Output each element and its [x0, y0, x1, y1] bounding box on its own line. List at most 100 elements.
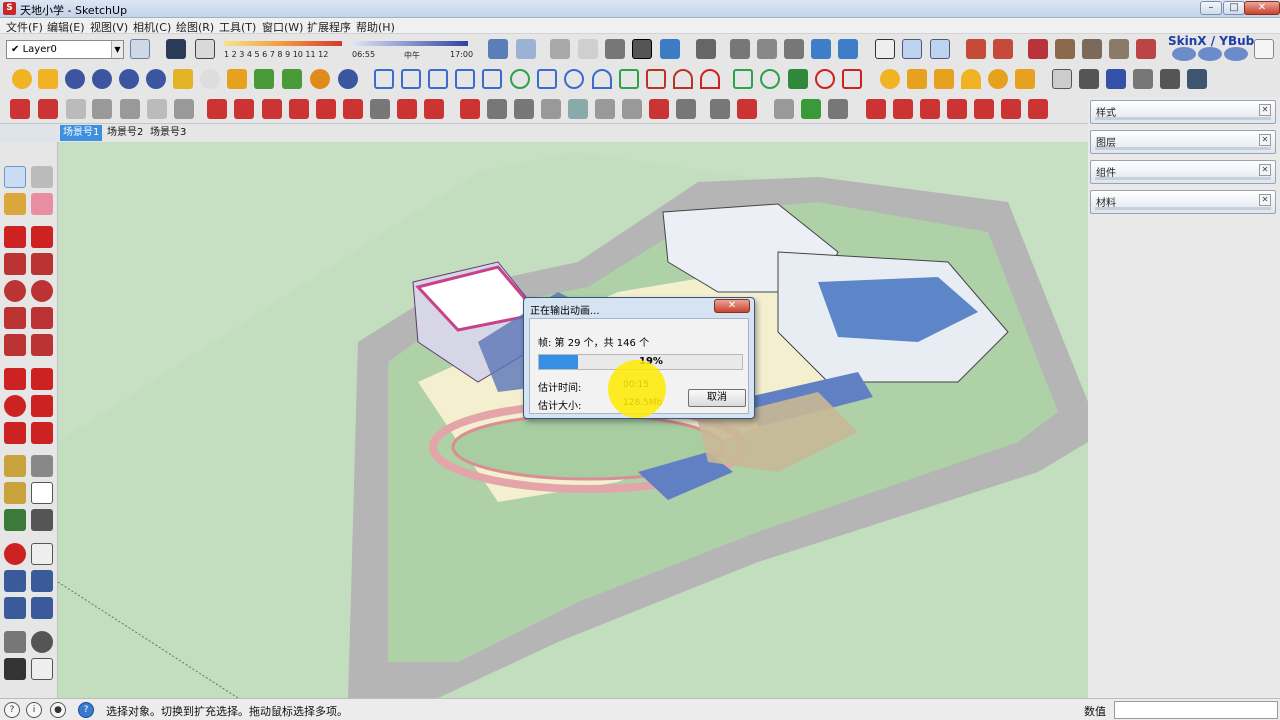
rail-tool-icon[interactable] [174, 99, 194, 119]
measurements-input[interactable] [1114, 701, 1278, 719]
roof-icon[interactable] [514, 99, 534, 119]
stair-tool-icon[interactable] [147, 99, 167, 119]
tray-panel-layers[interactable]: 图层 ✕ [1090, 130, 1276, 154]
pencil-icon[interactable] [4, 226, 26, 248]
arc-edit-icon[interactable] [673, 69, 693, 89]
left-view-icon[interactable] [811, 39, 831, 59]
tray-panel-components[interactable]: 组件 ✕ [1090, 160, 1276, 184]
shadow-time-bar[interactable] [352, 41, 468, 46]
close-button[interactable]: ✕ [1244, 1, 1280, 15]
menu-camera[interactable]: 相机(C) [133, 19, 171, 35]
polygon-tool-icon[interactable] [31, 280, 53, 302]
export-icon[interactable] [866, 99, 886, 119]
box-icon[interactable] [1052, 69, 1072, 89]
close-icon[interactable]: ✕ [1259, 104, 1271, 116]
wireframe-style-icon[interactable] [578, 39, 598, 59]
orbit-icon[interactable] [875, 39, 895, 59]
light-icon[interactable] [1015, 69, 1035, 89]
shaded-style-icon[interactable] [632, 39, 652, 59]
eraser-icon[interactable] [31, 193, 53, 215]
ramp-icon[interactable] [541, 99, 561, 119]
ball-icon[interactable] [988, 69, 1008, 89]
back-view-icon[interactable] [784, 39, 804, 59]
plant-icon[interactable] [282, 69, 302, 89]
export-x-icon[interactable] [1001, 99, 1021, 119]
text-icon[interactable] [31, 482, 53, 504]
bottom-view-icon[interactable] [838, 39, 858, 59]
monochrome-style-icon[interactable] [696, 39, 716, 59]
help-icon[interactable] [146, 69, 166, 89]
wrench-icon[interactable] [788, 69, 808, 89]
face-tool-icon[interactable] [316, 99, 336, 119]
stamp-tool-icon[interactable] [1109, 39, 1129, 59]
angle-tool-icon[interactable] [397, 99, 417, 119]
tab-scene-1[interactable]: 场景号1 [60, 125, 103, 141]
layer-select[interactable]: ✔ Layer0 ▼ [6, 40, 124, 59]
terrain-tool-icon[interactable] [1055, 39, 1075, 59]
xray-style-icon[interactable] [550, 39, 570, 59]
solid-box-icon[interactable] [460, 99, 480, 119]
shadow-toggle-icon[interactable] [166, 39, 186, 59]
geolocation-icon[interactable]: ? [4, 702, 20, 718]
user-icon[interactable]: ● [50, 702, 66, 718]
point-icon[interactable] [880, 69, 900, 89]
triangle-icon[interactable] [1106, 69, 1126, 89]
export-af-icon[interactable] [1028, 99, 1048, 119]
orbit-tool-icon[interactable] [4, 543, 26, 565]
menu-extensions[interactable]: 扩展程序 [307, 19, 351, 35]
dome-icon[interactable] [961, 69, 981, 89]
hidden-line-style-icon[interactable] [605, 39, 625, 59]
two-point-arc-icon[interactable] [592, 69, 612, 89]
zoom-extents-icon[interactable] [4, 597, 26, 619]
cube-tool-icon[interactable] [66, 99, 86, 119]
line-green-icon[interactable] [733, 69, 753, 89]
follow-me-icon[interactable] [31, 395, 53, 417]
minimize-button[interactable]: – [1200, 1, 1222, 15]
export-ar-icon[interactable] [920, 99, 940, 119]
flag-icon[interactable] [934, 69, 954, 89]
hat-icon[interactable] [907, 69, 927, 89]
panel-icon[interactable] [568, 99, 588, 119]
right-view-icon[interactable] [757, 39, 777, 59]
look-around-eye-icon[interactable] [31, 631, 53, 653]
axes-icon[interactable] [902, 39, 922, 59]
sandbox-tool-icon[interactable] [1028, 39, 1048, 59]
rectangle-tool-icon[interactable] [4, 253, 26, 275]
plugin-label-icon[interactable] [173, 69, 193, 89]
rotate-icon[interactable] [4, 395, 26, 417]
plugin-cloud-icon-3[interactable] [1224, 47, 1248, 61]
paint-bucket-icon[interactable] [4, 193, 26, 215]
menu-tools[interactable]: 工具(T) [219, 19, 256, 35]
arc-tool-icon[interactable] [4, 307, 26, 329]
plugin-1b-icon[interactable] [710, 99, 730, 119]
grid-box-icon[interactable] [1079, 69, 1099, 89]
shadow-month-bar[interactable] [224, 41, 342, 46]
3d-text-icon[interactable] [31, 509, 53, 531]
plugin-rt-icon[interactable] [92, 69, 112, 89]
eraser-red-icon[interactable] [424, 99, 444, 119]
push-pull-icon[interactable] [31, 368, 53, 390]
window-tool-icon[interactable] [595, 99, 615, 119]
offset-icon[interactable] [31, 422, 53, 444]
iso-view-icon[interactable] [488, 39, 508, 59]
tape-measure-icon[interactable] [4, 455, 26, 477]
play-arrow-icon[interactable] [1254, 39, 1274, 59]
plugin-cloud-icon[interactable] [1172, 47, 1196, 61]
chevron-down-icon[interactable]: ▼ [111, 41, 123, 58]
tray-panel-materials[interactable]: 材料 ✕ [1090, 190, 1276, 214]
section-cross-icon[interactable] [31, 658, 53, 680]
rotated-rectangle-icon[interactable] [31, 253, 53, 275]
plugin-br-icon[interactable] [119, 69, 139, 89]
pen-icon[interactable] [1160, 69, 1180, 89]
section-plane-icon[interactable] [930, 39, 950, 59]
move-icon[interactable] [4, 368, 26, 390]
polyline-icon[interactable] [455, 69, 475, 89]
polygon-icon[interactable] [760, 69, 780, 89]
shadow-settings-slider[interactable]: 1 2 3 4 5 6 7 8 9 10 11 12 06:55 中午 17:0… [224, 38, 474, 62]
three-point-arc-icon[interactable] [4, 334, 26, 356]
section-fill-icon[interactable] [993, 39, 1013, 59]
select-tool-icon[interactable] [38, 99, 58, 119]
cancel-button[interactable]: 取消 [688, 389, 746, 407]
menu-draw[interactable]: 绘图(R) [176, 19, 214, 35]
skinx-plugin-label[interactable]: SkinX / YBub [1168, 34, 1254, 48]
